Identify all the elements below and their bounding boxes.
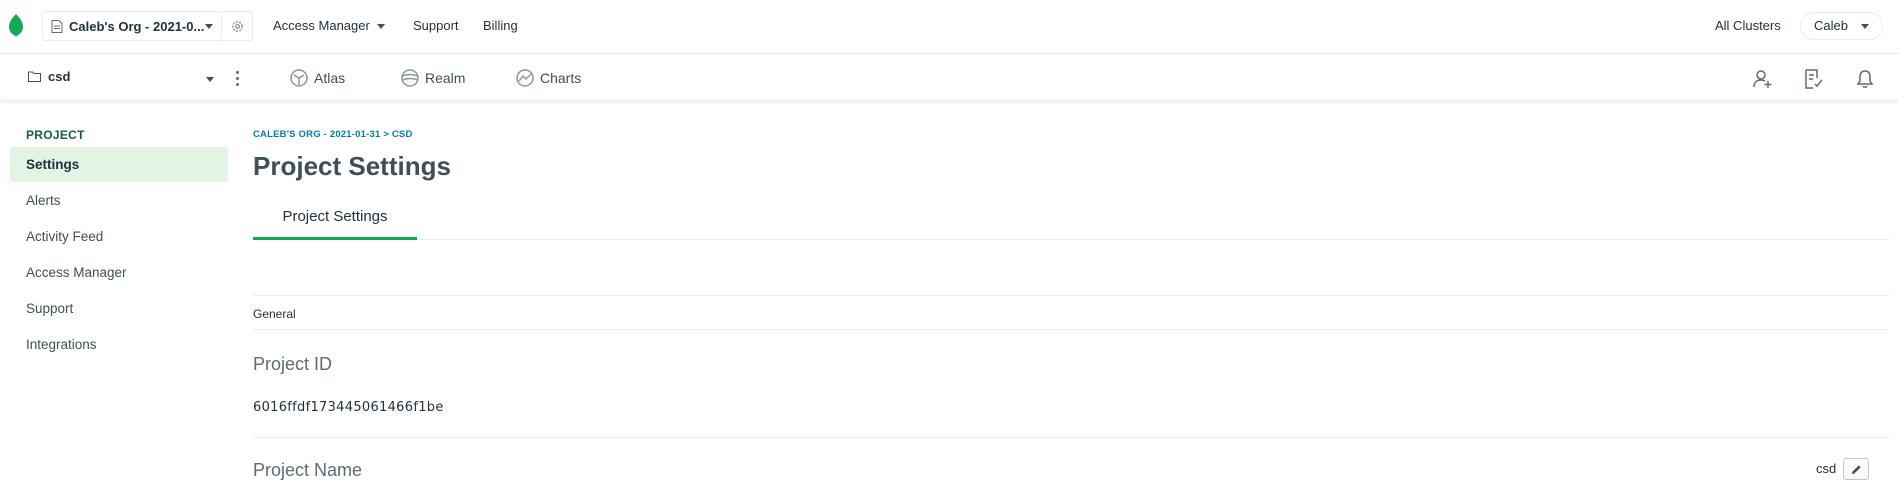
active-tab-indicator	[253, 237, 417, 240]
product-realm[interactable]: Realm	[401, 69, 465, 87]
top-navigation-bar: Caleb's Org - 2021-0... Access Manager S…	[0, 0, 1899, 54]
leaf-logo-icon[interactable]	[9, 14, 23, 38]
product-charts-label: Charts	[540, 70, 582, 86]
folder-icon	[28, 71, 41, 82]
all-clusters-link[interactable]: All Clusters	[1715, 18, 1781, 33]
breadcrumb[interactable]: CALEB'S ORG - 2021-01-31 > CSD	[253, 129, 413, 140]
project-name: csd	[48, 69, 71, 84]
divider	[253, 437, 1889, 438]
section-heading-general: General	[253, 307, 296, 321]
divider	[253, 329, 1889, 330]
sidebar-item-activity-feed[interactable]: Activity Feed	[10, 219, 228, 254]
sidebar-item-settings[interactable]: Settings	[10, 147, 228, 182]
kebab-menu-icon[interactable]	[234, 71, 240, 87]
org-settings-button[interactable]	[222, 11, 253, 41]
chevron-down-icon	[205, 24, 213, 29]
product-charts[interactable]: Charts	[516, 69, 581, 87]
document-icon	[51, 19, 63, 33]
sidebar-item-access-manager[interactable]: Access Manager	[10, 255, 228, 290]
sidebar-item-integrations[interactable]: Integrations	[10, 327, 228, 362]
sidebar-item-support[interactable]: Support	[10, 291, 228, 326]
invite-user-button[interactable]	[1751, 67, 1775, 91]
chevron-down-icon	[1861, 24, 1869, 29]
org-name: Caleb's Org - 2021-0...	[69, 18, 205, 34]
org-picker[interactable]: Caleb's Org - 2021-0...	[42, 11, 222, 41]
atlas-icon	[290, 69, 308, 87]
add-user-icon	[1753, 70, 1772, 88]
divider	[253, 295, 1889, 296]
user-menu-button[interactable]: Caleb	[1800, 12, 1883, 40]
bell-icon	[1856, 70, 1874, 88]
edit-project-name-button[interactable]	[1843, 458, 1869, 480]
tab-bar-divider	[253, 239, 1889, 240]
project-id-label: Project ID	[253, 354, 333, 374]
product-realm-label: Realm	[425, 70, 466, 86]
project-id-value: 6016ffdf173445061466f1be	[253, 400, 444, 415]
gear-icon	[231, 20, 243, 32]
activity-feed-button[interactable]	[1802, 67, 1826, 91]
chevron-down-icon[interactable]	[377, 24, 385, 29]
sidebar-heading: PROJECT	[26, 128, 85, 142]
nav-support[interactable]: Support	[413, 18, 459, 33]
pencil-icon	[1851, 464, 1861, 474]
user-name: Caleb	[1814, 18, 1848, 33]
page-title: Project Settings	[253, 151, 451, 181]
nav-access-manager[interactable]: Access Manager	[273, 18, 370, 33]
project-name-value: csd	[1816, 461, 1837, 476]
product-atlas[interactable]: Atlas	[290, 69, 345, 87]
notifications-button[interactable]	[1853, 67, 1877, 91]
sidebar-item-alerts[interactable]: Alerts	[10, 183, 228, 218]
project-name-label: Project Name	[253, 460, 363, 480]
project-picker[interactable]: csd	[28, 69, 70, 84]
charts-icon	[516, 69, 534, 87]
realm-icon	[401, 69, 419, 87]
product-atlas-label: Atlas	[314, 70, 346, 86]
chevron-down-icon[interactable]	[206, 77, 214, 82]
activity-icon	[1805, 69, 1823, 89]
project-navigation-bar: csd Atlas Realm Charts	[0, 55, 1899, 101]
nav-billing[interactable]: Billing	[483, 18, 518, 33]
